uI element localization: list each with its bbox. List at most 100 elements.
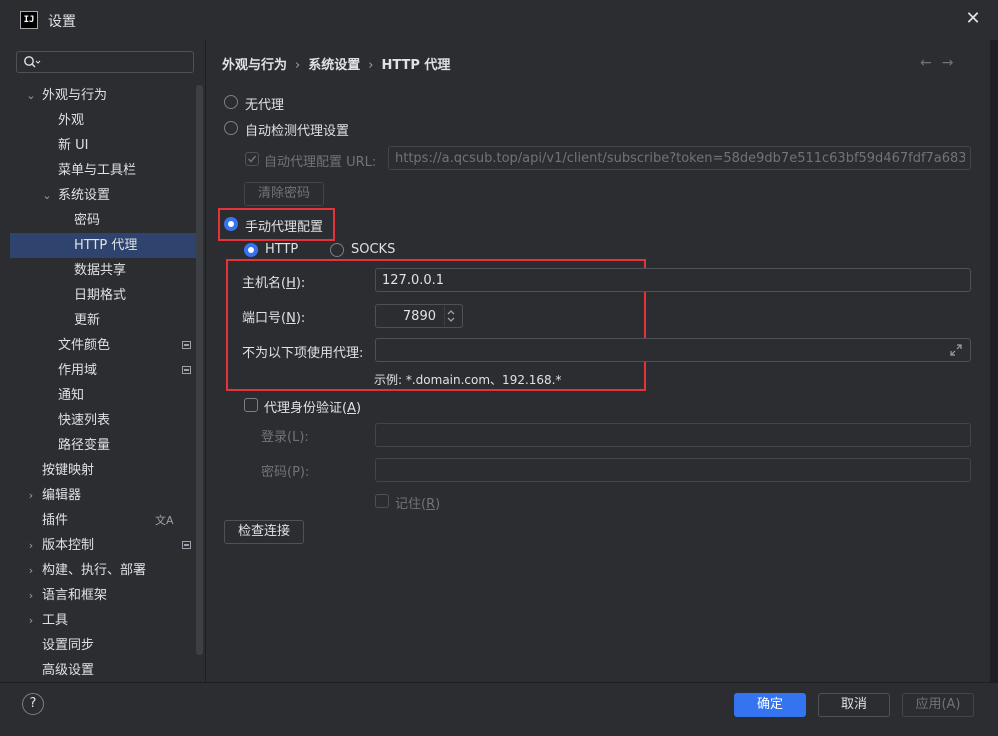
sidebar-item-label: 编辑器 — [42, 488, 82, 503]
sidebar-item-label: 快速列表 — [58, 413, 111, 428]
sidebar-item-label: 日期格式 — [74, 288, 127, 303]
sidebar-item[interactable]: › 构建、执行、部署 — [29, 558, 147, 583]
auto-config-url-field[interactable] — [388, 146, 971, 170]
sidebar-item-label: 外观 — [58, 113, 85, 128]
sidebar-item[interactable]: 数据共享 — [74, 258, 126, 283]
sidebar-item-label: 新 UI — [58, 138, 89, 153]
chevron-down-icon[interactable]: ⌄ — [41, 183, 53, 208]
annotation-box-manual — [218, 208, 335, 241]
ok-button[interactable]: 确定 — [734, 693, 806, 717]
no-proxy-for-field[interactable] — [375, 338, 971, 362]
sidebar-item[interactable]: 作用域 — [58, 358, 191, 383]
auto-detect-radio[interactable] — [224, 121, 238, 135]
chevron-down-icon[interactable]: ⌄ — [25, 83, 37, 108]
port-stepper[interactable] — [375, 304, 463, 328]
sidebar-item-label: 工具 — [42, 613, 69, 628]
sidebar-item[interactable]: 路径变量 — [58, 433, 110, 458]
password-input[interactable] — [382, 461, 962, 479]
sidebar-item[interactable]: 日期格式 — [74, 283, 126, 308]
sidebar-item-label: 系统设置 — [58, 188, 111, 203]
forward-arrow-icon[interactable]: → — [942, 55, 964, 71]
no-proxy-radio[interactable] — [224, 95, 238, 109]
sidebar-item-label: 高级设置 — [42, 663, 95, 678]
host-label: 主机名(H): — [242, 276, 306, 291]
http-label: HTTP — [265, 242, 299, 257]
sidebar-item[interactable]: › 编辑器 — [29, 483, 82, 508]
sidebar-item-label: 外观与行为 — [42, 88, 108, 103]
stepper-arrows-icon[interactable] — [444, 306, 458, 326]
expand-icon[interactable] — [949, 343, 963, 357]
sidebar-item[interactable]: 新 UI — [58, 133, 88, 158]
project-level-icon — [182, 541, 191, 549]
sidebar-item-label: 更新 — [74, 313, 101, 328]
chevron-right-icon[interactable]: › — [25, 583, 37, 608]
sidebar-item[interactable]: 按键映射 — [42, 458, 94, 483]
sidebar-scrollbar[interactable] — [196, 85, 203, 655]
sidebar-item[interactable]: 外观 — [58, 108, 84, 133]
auto-config-label: 自动代理配置 URL: — [264, 155, 377, 170]
http-radio[interactable] — [244, 243, 258, 257]
sidebar-item[interactable]: 通知 — [58, 383, 84, 408]
sidebar-item[interactable]: 更新 — [74, 308, 100, 333]
host-input[interactable] — [382, 271, 962, 289]
sidebar-item[interactable]: 密码 — [74, 208, 100, 233]
sidebar-item[interactable]: HTTP 代理 — [74, 233, 137, 258]
sidebar-item-label: 构建、执行、部署 — [42, 563, 147, 578]
sidebar-item-label: 设置同步 — [42, 638, 95, 653]
project-level-icon — [182, 366, 191, 374]
sidebar-item-label: 密码 — [74, 213, 101, 228]
login-field[interactable] — [375, 423, 971, 447]
chevron-right-icon[interactable]: › — [25, 558, 37, 583]
breadcrumb: 外观与行为 › 系统设置 › HTTP 代理 — [222, 54, 450, 73]
check-connection-button[interactable]: 检查连接 — [224, 520, 304, 544]
search-box[interactable] — [16, 51, 194, 73]
translate-icon: 文A — [155, 514, 174, 527]
sidebar-item-label: 菜单与工具栏 — [58, 163, 137, 178]
sidebar-item[interactable]: 文件颜色 — [58, 333, 191, 358]
sidebar-item[interactable]: › 语言和框架 — [29, 583, 107, 608]
example-hint: 示例: *.domain.com、192.168.* — [374, 373, 562, 387]
sidebar-item-label: 数据共享 — [74, 263, 127, 278]
sidebar-item[interactable]: › 版本控制 — [29, 533, 191, 558]
sidebar-item[interactable]: ⌄ 外观与行为 — [26, 83, 108, 108]
cancel-button[interactable]: 取消 — [818, 693, 890, 717]
sidebar-item[interactable]: › 工具 — [29, 608, 69, 633]
login-label: 登录(L): — [261, 430, 309, 445]
host-field[interactable] — [375, 268, 971, 292]
sidebar-item[interactable]: 菜单与工具栏 — [58, 158, 136, 183]
help-icon[interactable]: ? — [22, 693, 44, 715]
sidebar-item[interactable]: 快速列表 — [58, 408, 110, 433]
proxy-auth-checkbox[interactable] — [244, 398, 258, 412]
auto-detect-label: 自动检测代理设置 — [245, 124, 350, 139]
port-input[interactable] — [380, 307, 436, 325]
login-input[interactable] — [382, 426, 962, 444]
search-input[interactable] — [47, 53, 187, 71]
breadcrumb-item[interactable]: 系统设置 — [308, 58, 360, 73]
sidebar-item[interactable]: ⌄ 系统设置 — [42, 183, 111, 208]
sidebar-item[interactable]: 高级设置 — [42, 658, 94, 683]
breadcrumb-item[interactable]: 外观与行为 — [222, 58, 287, 73]
back-arrow-icon[interactable]: ← — [920, 55, 942, 71]
password-field[interactable] — [375, 458, 971, 482]
auto-config-url-input[interactable] — [395, 149, 965, 167]
chevron-right-icon[interactable]: › — [25, 483, 37, 508]
sidebar-item-label: HTTP 代理 — [74, 238, 138, 253]
chevron-right-icon[interactable]: › — [25, 533, 37, 558]
title-bar — [0, 0, 998, 40]
socks-radio[interactable] — [330, 243, 344, 257]
close-icon[interactable]: ✕ — [962, 8, 984, 30]
apply-button[interactable]: 应用(A) — [902, 693, 974, 717]
remember-checkbox[interactable] — [375, 494, 389, 508]
sidebar-item[interactable]: 插件 文A — [42, 508, 174, 533]
no-proxy-for-input[interactable] — [382, 341, 942, 359]
sidebar-divider — [205, 40, 206, 682]
clear-password-button[interactable]: 清除密码 — [244, 182, 324, 206]
auto-config-checkbox[interactable] — [245, 152, 259, 166]
breadcrumb-item-current: HTTP 代理 — [381, 58, 451, 73]
chevron-right-icon[interactable]: › — [25, 608, 37, 633]
sidebar-item-label: 按键映射 — [42, 463, 95, 478]
breadcrumb-separator-icon: › — [295, 58, 301, 73]
sidebar-item[interactable]: 设置同步 — [42, 633, 94, 658]
checkmark-icon — [247, 155, 257, 163]
sidebar-item-label: 文件颜色 — [58, 338, 111, 353]
